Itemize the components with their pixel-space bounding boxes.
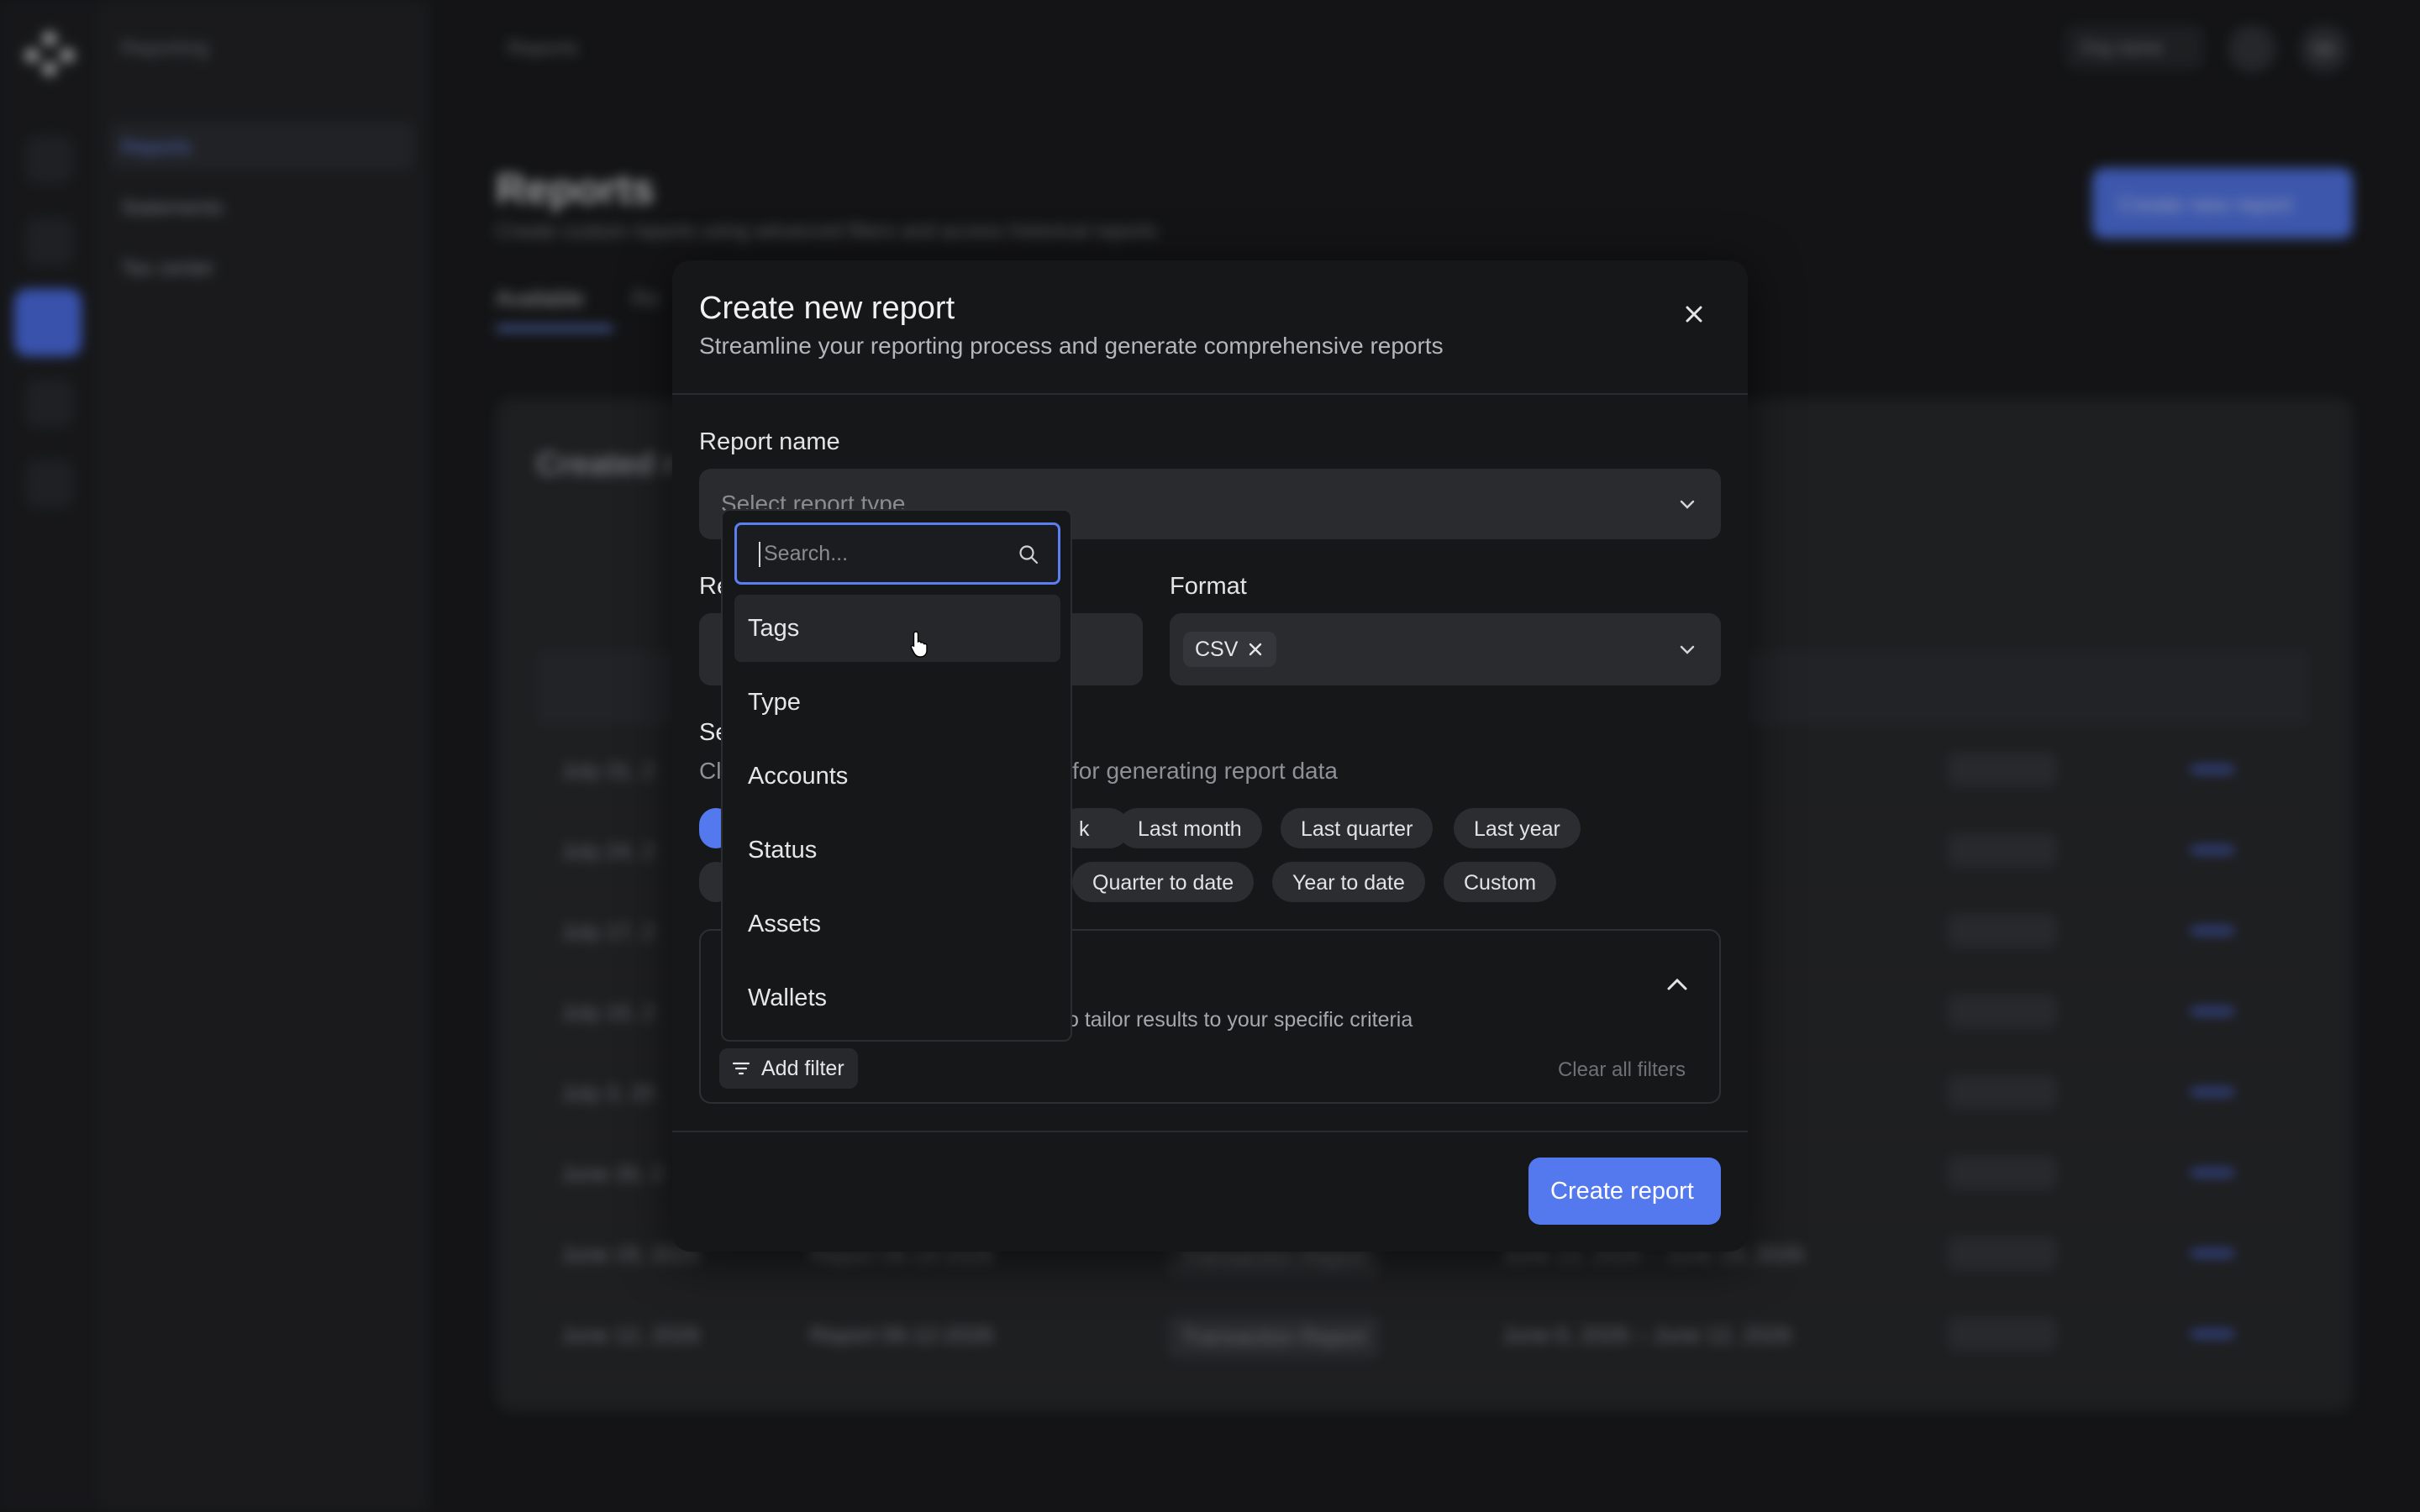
chevron-down-icon xyxy=(1680,500,1695,509)
date-chip-last-quarter[interactable]: Last quarter xyxy=(1281,808,1434,848)
chevron-down-icon xyxy=(1680,645,1695,654)
create-report-button[interactable]: Create report xyxy=(1528,1158,1721,1225)
filters-hint: o tailor results to your specific criter… xyxy=(1067,1008,1413,1032)
dropdown-option-wallets[interactable]: Wallets xyxy=(734,964,1060,1032)
hand-cursor-icon xyxy=(910,631,928,658)
format-select[interactable]: CSV xyxy=(1170,613,1721,685)
date-chip-quarter-to-date[interactable]: Quarter to date xyxy=(1072,862,1255,902)
dropdown-option-status[interactable]: Status xyxy=(734,816,1060,884)
dropdown-option-accounts[interactable]: Accounts xyxy=(734,743,1060,810)
header-divider xyxy=(672,393,1748,395)
dropdown-search-input[interactable]: Search... xyxy=(734,522,1060,585)
modal-subtitle: Streamline your reporting process and ge… xyxy=(699,333,1444,359)
filter-icon xyxy=(732,1062,750,1075)
date-chip-last-month[interactable]: Last month xyxy=(1118,808,1262,848)
format-chip-label: CSV xyxy=(1195,637,1239,661)
format-chip-csv[interactable]: CSV xyxy=(1183,632,1277,667)
dropdown-option-type[interactable]: Type xyxy=(734,669,1060,736)
add-filter-button[interactable]: Add filter xyxy=(719,1048,858,1089)
search-placeholder: Search... xyxy=(764,542,849,565)
close-icon[interactable] xyxy=(1681,301,1707,328)
filter-type-dropdown: Search... Tags Type Accounts Status Asse… xyxy=(721,509,1072,1042)
dropdown-option-assets[interactable]: Assets xyxy=(734,890,1060,958)
report-name-label: Report name xyxy=(699,428,840,455)
date-chip-year-to-date[interactable]: Year to date xyxy=(1272,862,1425,902)
date-hint: for generating report data xyxy=(1072,758,1338,784)
chevron-up-icon[interactable] xyxy=(1664,971,1691,998)
remove-chip-icon[interactable] xyxy=(1246,640,1265,659)
text-caret xyxy=(759,542,760,567)
search-icon xyxy=(1019,545,1039,564)
clear-all-filters-link[interactable]: Clear all filters xyxy=(1558,1058,1686,1082)
date-hint-start: Cl xyxy=(699,758,722,784)
date-chip-last-year[interactable]: Last year xyxy=(1454,808,1581,848)
date-chip-custom[interactable]: Custom xyxy=(1444,862,1557,902)
add-filter-label: Add filter xyxy=(761,1056,844,1080)
modal-title: Create new report xyxy=(699,291,955,326)
format-label: Format xyxy=(1170,573,1247,600)
footer-divider xyxy=(672,1131,1748,1132)
dropdown-option-tags[interactable]: Tags xyxy=(734,595,1060,662)
